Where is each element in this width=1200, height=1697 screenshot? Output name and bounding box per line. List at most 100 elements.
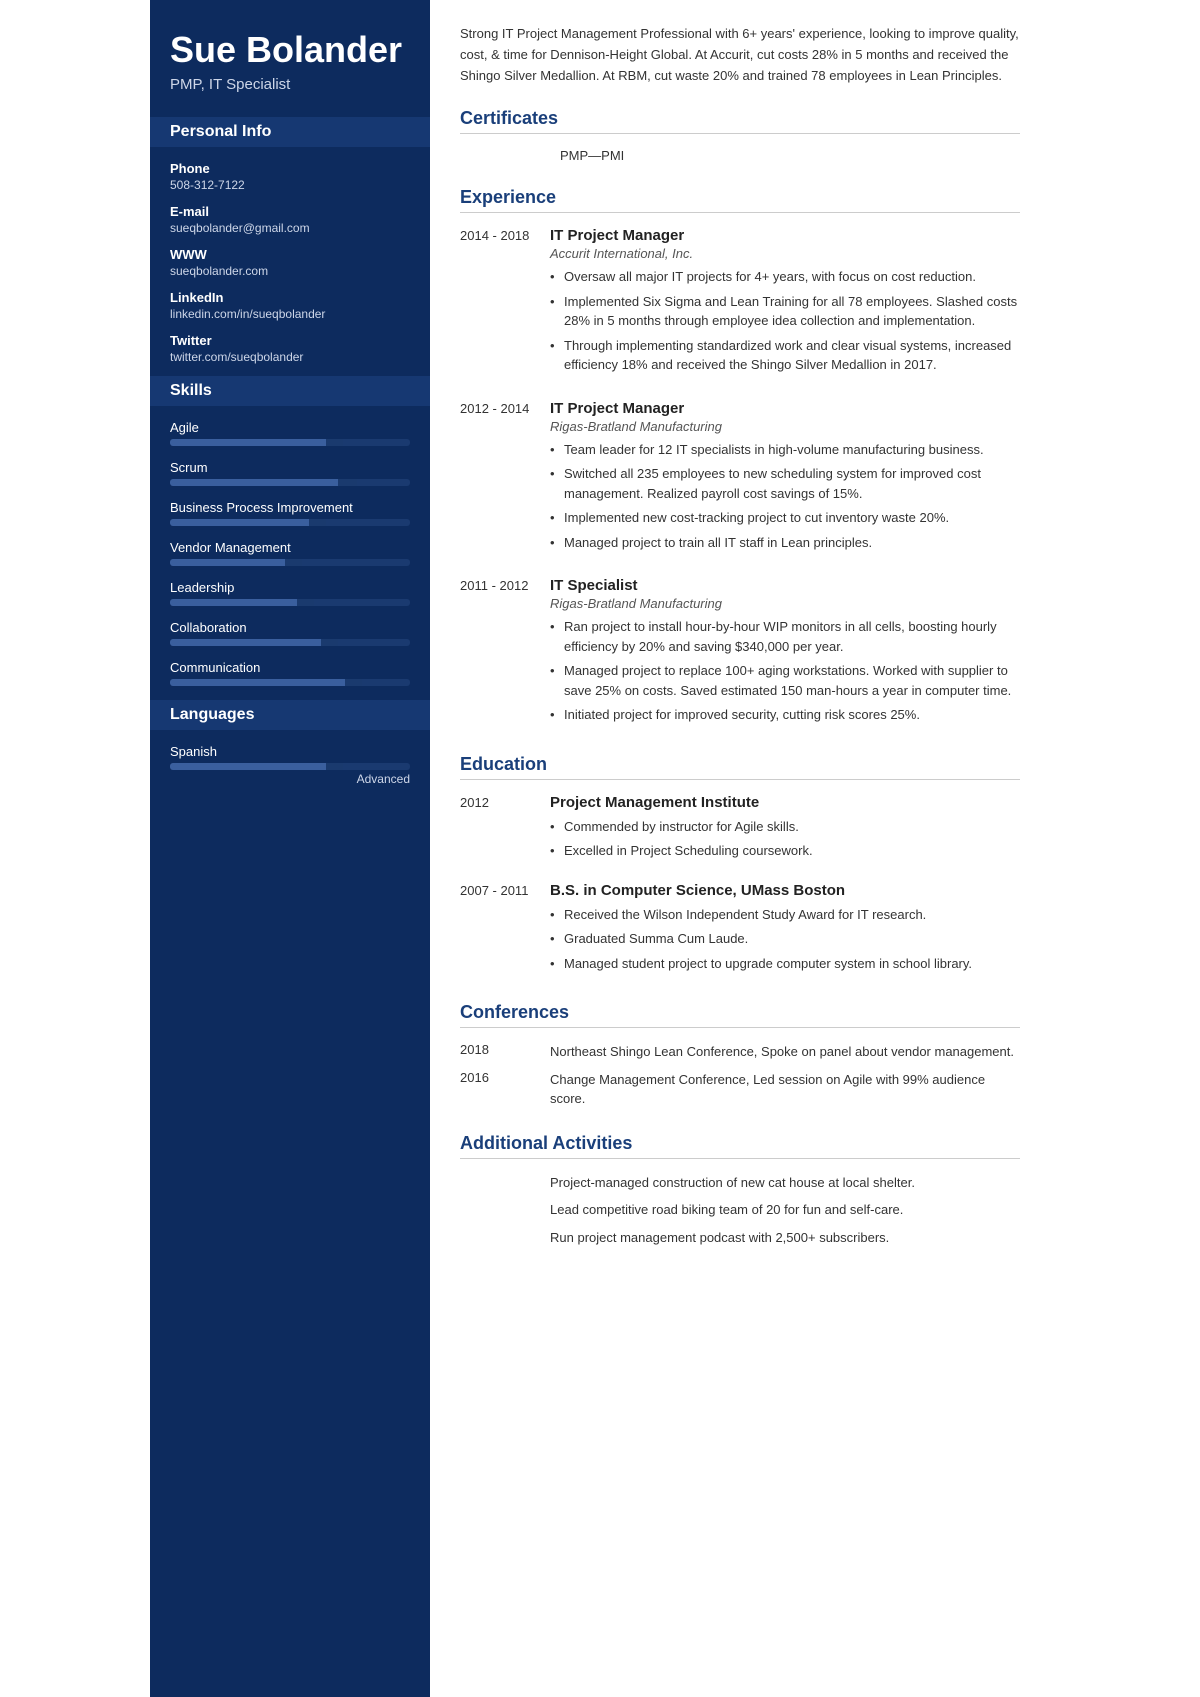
- language-name: Spanish: [170, 744, 410, 759]
- skill-item: Business Process Improvement: [170, 500, 410, 526]
- exp-dates: 2011 - 2012: [460, 577, 550, 730]
- skill-name: Scrum: [170, 460, 410, 475]
- language-item: Spanish Advanced: [170, 744, 410, 786]
- main-content: Strong IT Project Management Professiona…: [430, 0, 1050, 1697]
- bullet-item: Switched all 235 employees to new schedu…: [550, 464, 1020, 503]
- activities-section: Additional Activities Project-managed co…: [460, 1133, 1020, 1248]
- exp-bullets: Oversaw all major IT projects for 4+ yea…: [550, 267, 1020, 375]
- skill-item: Communication: [170, 660, 410, 686]
- activity-entry: Project-managed construction of new cat …: [460, 1173, 1020, 1193]
- activity-spacer: [460, 1200, 550, 1220]
- education-section: Education 2012 Project Management Instit…: [460, 754, 1020, 979]
- skill-bar: [170, 519, 410, 526]
- activity-entry: Run project management podcast with 2,50…: [460, 1228, 1020, 1248]
- bullet-item: Excelled in Project Scheduling coursewor…: [550, 841, 1020, 861]
- edu-bullets: Commended by instructor for Agile skills…: [550, 817, 1020, 861]
- experience-entry: 2012 - 2014 IT Project Manager Rigas-Bra…: [460, 400, 1020, 558]
- exp-dates: 2014 - 2018: [460, 227, 550, 380]
- exp-bullets: Ran project to install hour-by-hour WIP …: [550, 617, 1020, 725]
- skill-name: Leadership: [170, 580, 410, 595]
- activity-text: Lead competitive road biking team of 20 …: [550, 1200, 1020, 1220]
- edu-bullets: Received the Wilson Independent Study Aw…: [550, 905, 1020, 974]
- conf-desc: Northeast Shingo Lean Conference, Spoke …: [550, 1042, 1020, 1062]
- skills-section-title: Skills: [150, 376, 430, 406]
- certificates-section: Certificates PMP—PMI: [460, 108, 1020, 163]
- activities-title: Additional Activities: [460, 1133, 1020, 1159]
- exp-bullets: Team leader for 12 IT specialists in hig…: [550, 440, 1020, 553]
- skill-bar: [170, 599, 410, 606]
- sidebar-title: PMP, IT Specialist: [170, 76, 410, 93]
- skill-bar: [170, 679, 410, 686]
- exp-job-title: IT Project Manager: [550, 400, 1020, 417]
- bullet-item: Received the Wilson Independent Study Aw…: [550, 905, 1020, 925]
- conferences-title: Conferences: [460, 1002, 1020, 1028]
- skill-name: Collaboration: [170, 620, 410, 635]
- education-title: Education: [460, 754, 1020, 780]
- bullet-item: Commended by instructor for Agile skills…: [550, 817, 1020, 837]
- exp-dates: 2012 - 2014: [460, 400, 550, 558]
- activity-spacer: [460, 1228, 550, 1248]
- education-entry: 2007 - 2011 B.S. in Computer Science, UM…: [460, 882, 1020, 979]
- exp-content: IT Specialist Rigas-Bratland Manufacturi…: [550, 577, 1020, 730]
- experience-section: Experience 2014 - 2018 IT Project Manage…: [460, 187, 1020, 730]
- languages-list: Spanish Advanced: [170, 744, 410, 786]
- phone-label: Phone: [170, 161, 410, 176]
- language-level: Advanced: [170, 772, 410, 786]
- skill-bar: [170, 559, 410, 566]
- exp-company: Accurit International, Inc.: [550, 246, 1020, 261]
- phone-value: 508-312-7122: [170, 178, 410, 192]
- bullet-item: Initiated project for improved security,…: [550, 705, 1020, 725]
- bullet-item: Implemented Six Sigma and Lean Training …: [550, 292, 1020, 331]
- conf-year: 2018: [460, 1042, 550, 1062]
- www-label: WWW: [170, 247, 410, 262]
- skills-list: Agile Scrum Business Process Improvement: [170, 420, 410, 686]
- bullet-item: Graduated Summa Cum Laude.: [550, 929, 1020, 949]
- skill-name: Communication: [170, 660, 410, 675]
- bullet-item: Team leader for 12 IT specialists in hig…: [550, 440, 1020, 460]
- linkedin-label: LinkedIn: [170, 290, 410, 305]
- twitter-label: Twitter: [170, 333, 410, 348]
- skill-name: Business Process Improvement: [170, 500, 410, 515]
- edu-title: B.S. in Computer Science, UMass Boston: [550, 882, 1020, 899]
- conf-desc: Change Management Conference, Led sessio…: [550, 1070, 1020, 1109]
- activity-entry: Lead competitive road biking team of 20 …: [460, 1200, 1020, 1220]
- bullet-item: Implemented new cost-tracking project to…: [550, 508, 1020, 528]
- activity-text: Project-managed construction of new cat …: [550, 1173, 1020, 1193]
- experience-entry: 2011 - 2012 IT Specialist Rigas-Bratland…: [460, 577, 1020, 730]
- edu-title: Project Management Institute: [550, 794, 1020, 811]
- activity-spacer: [460, 1173, 550, 1193]
- www-value: sueqbolander.com: [170, 264, 410, 278]
- bullet-item: Managed project to train all IT staff in…: [550, 533, 1020, 553]
- language-bar: [170, 763, 410, 770]
- exp-content: IT Project Manager Rigas-Bratland Manufa…: [550, 400, 1020, 558]
- bullet-item: Managed project to replace 100+ aging wo…: [550, 661, 1020, 700]
- skill-name: Vendor Management: [170, 540, 410, 555]
- email-value: sueqbolander@gmail.com: [170, 221, 410, 235]
- twitter-value: twitter.com/sueqbolander: [170, 350, 410, 364]
- conference-entry: 2018 Northeast Shingo Lean Conference, S…: [460, 1042, 1020, 1062]
- skill-item: Scrum: [170, 460, 410, 486]
- linkedin-value: linkedin.com/in/sueqbolander: [170, 307, 410, 321]
- personal-info-section-title: Personal Info: [150, 117, 430, 147]
- email-label: E-mail: [170, 204, 410, 219]
- exp-content: IT Project Manager Accurit International…: [550, 227, 1020, 380]
- exp-job-title: IT Project Manager: [550, 227, 1020, 244]
- edu-content: B.S. in Computer Science, UMass Boston R…: [550, 882, 1020, 979]
- conf-year: 2016: [460, 1070, 550, 1109]
- experience-entry: 2014 - 2018 IT Project Manager Accurit I…: [460, 227, 1020, 380]
- skill-bar: [170, 439, 410, 446]
- skill-item: Leadership: [170, 580, 410, 606]
- edu-content: Project Management Institute Commended b…: [550, 794, 1020, 866]
- skill-name: Agile: [170, 420, 410, 435]
- certificate-entry: PMP—PMI: [560, 148, 1020, 163]
- skill-item: Collaboration: [170, 620, 410, 646]
- sidebar: Sue Bolander PMP, IT Specialist Personal…: [150, 0, 430, 1697]
- edu-dates: 2007 - 2011: [460, 882, 550, 979]
- skill-bar: [170, 639, 410, 646]
- certificates-title: Certificates: [460, 108, 1020, 134]
- languages-section-title: Languages: [150, 700, 430, 730]
- conference-entry: 2016 Change Management Conference, Led s…: [460, 1070, 1020, 1109]
- bullet-item: Oversaw all major IT projects for 4+ yea…: [550, 267, 1020, 287]
- activity-text: Run project management podcast with 2,50…: [550, 1228, 1020, 1248]
- exp-company: Rigas-Bratland Manufacturing: [550, 596, 1020, 611]
